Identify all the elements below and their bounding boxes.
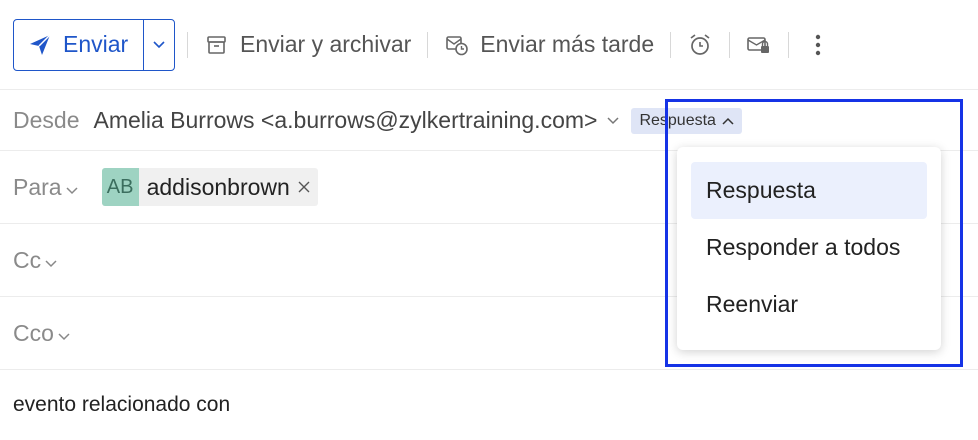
- chevron-down-icon: [45, 247, 57, 274]
- chevron-down-icon: [58, 320, 70, 347]
- to-label: Para: [13, 173, 62, 200]
- send-and-archive-button[interactable]: Enviar y archivar: [200, 31, 415, 58]
- toolbar-divider: [729, 31, 731, 58]
- bcc-label: Cco: [13, 319, 54, 346]
- toolbar-divider: [788, 31, 790, 58]
- toolbar-divider: [427, 31, 429, 58]
- compose-toolbar: Enviar Enviar y archivar Enviar más tard…: [0, 0, 978, 90]
- more-vertical-icon: [805, 32, 831, 58]
- toolbar-divider: [670, 31, 672, 58]
- from-address[interactable]: Amelia Burrows <a.burrows@zylkertraining…: [93, 107, 597, 134]
- from-label: Desde: [13, 107, 80, 133]
- send-button[interactable]: Enviar: [14, 19, 144, 70]
- paper-plane-icon: [27, 32, 53, 58]
- cc-label-toggle[interactable]: Cc: [13, 247, 57, 274]
- chevron-down-icon[interactable]: [607, 116, 619, 125]
- send-later-button[interactable]: Enviar más tarde: [440, 31, 658, 58]
- chevron-up-icon: [722, 112, 734, 130]
- secure-mail-button[interactable]: [742, 32, 776, 58]
- reply-type-menu: Respuesta Responder a todos Reenviar: [677, 147, 941, 350]
- secure-mail-icon: [746, 32, 772, 58]
- toolbar-divider: [187, 31, 188, 58]
- to-label-toggle[interactable]: Para: [13, 174, 78, 201]
- send-later-label: Enviar más tarde: [480, 31, 655, 57]
- send-button-group: Enviar: [13, 18, 175, 71]
- chevron-down-icon: [66, 174, 78, 201]
- more-options-button[interactable]: [801, 32, 835, 58]
- avatar: AB: [101, 168, 139, 206]
- from-row: Desde Amelia Burrows <a.burrows@zylkertr…: [0, 91, 978, 151]
- archive-send-icon: [204, 32, 230, 58]
- alarm-clock-icon: [687, 32, 713, 58]
- remove-recipient-icon[interactable]: [298, 181, 318, 193]
- schedule-send-icon: [444, 32, 470, 58]
- menu-item-forward[interactable]: Reenviar: [691, 276, 927, 333]
- reminder-button[interactable]: [683, 32, 717, 58]
- message-body[interactable]: evento relacionado con: [13, 393, 230, 417]
- menu-item-reply[interactable]: Respuesta: [691, 162, 927, 219]
- recipient-name: addisonbrown: [146, 173, 290, 200]
- recipient-chip[interactable]: AB addisonbrown: [101, 168, 318, 206]
- reply-type-selector[interactable]: Respuesta: [631, 107, 742, 134]
- send-options-button[interactable]: [144, 20, 174, 70]
- reply-type-label: Respuesta: [639, 111, 716, 129]
- send-label: Enviar: [63, 31, 129, 57]
- menu-item-reply-all[interactable]: Responder a todos: [691, 219, 927, 276]
- cc-label: Cc: [13, 246, 42, 273]
- bcc-label-toggle[interactable]: Cco: [13, 320, 70, 347]
- send-and-archive-label: Enviar y archivar: [240, 31, 412, 57]
- chevron-down-icon: [153, 36, 165, 54]
